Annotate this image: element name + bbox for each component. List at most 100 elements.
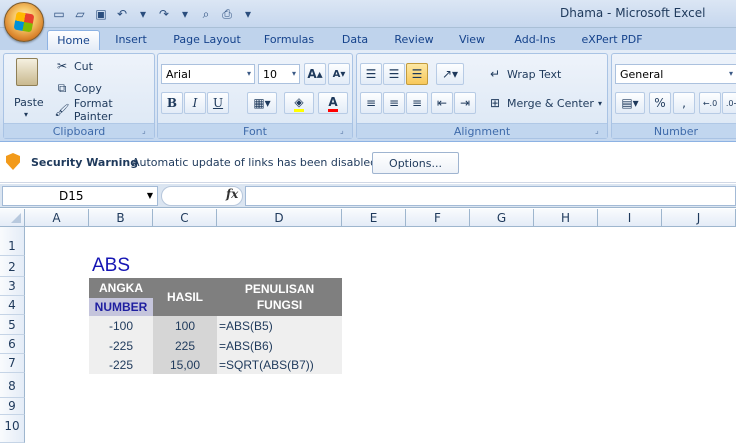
- bold-button[interactable]: B: [161, 92, 183, 114]
- cell-d6[interactable]: =ABS(B6): [217, 336, 342, 355]
- dialog-launcher-icon[interactable]: ⌟: [142, 126, 151, 135]
- borders-button[interactable]: ▦▾: [247, 92, 277, 114]
- new-file-icon[interactable]: ▭: [50, 5, 68, 23]
- cell-c5[interactable]: 100: [153, 316, 217, 336]
- header-angka[interactable]: ANGKA: [89, 278, 153, 298]
- cell-c6[interactable]: 225: [153, 336, 217, 355]
- align-center-button[interactable]: ≡: [383, 92, 405, 114]
- redo-dropdown-icon[interactable]: ▾: [176, 5, 194, 23]
- align-left-button[interactable]: ≡: [360, 92, 382, 114]
- column-header-j[interactable]: J: [662, 209, 736, 227]
- number-format-select[interactable]: General ▾: [615, 64, 736, 84]
- name-box-value: D15: [59, 189, 84, 203]
- column-header-a[interactable]: A: [25, 209, 89, 227]
- tab-page-layout[interactable]: Page Layout: [168, 30, 246, 50]
- sheet-title-cell[interactable]: ABS: [92, 255, 130, 277]
- header-number[interactable]: NUMBER: [89, 298, 153, 316]
- cell-d7[interactable]: =SQRT(ABS(B7)): [217, 355, 342, 374]
- formula-input[interactable]: [245, 186, 736, 206]
- cut-button[interactable]: ✂ Cut: [54, 56, 93, 76]
- align-middle-button[interactable]: ☰: [383, 63, 405, 85]
- row-header-1[interactable]: 1: [0, 227, 25, 256]
- row-header-6[interactable]: 6: [0, 335, 25, 354]
- cell-b5[interactable]: -100: [89, 316, 153, 336]
- chevron-down-icon: ▼: [146, 191, 153, 200]
- row-header-9[interactable]: 9: [0, 398, 25, 415]
- copy-button[interactable]: ⧉ Copy: [54, 78, 102, 98]
- tab-add-ins[interactable]: Add-Ins: [506, 30, 564, 50]
- row-header-5[interactable]: 5: [0, 315, 25, 335]
- grow-font-button[interactable]: A▴: [304, 63, 326, 85]
- italic-button[interactable]: I: [184, 92, 206, 114]
- select-all-button[interactable]: [0, 209, 25, 227]
- number-format-value: General: [620, 67, 664, 81]
- increase-indent-button[interactable]: ⇥: [454, 92, 476, 114]
- name-box[interactable]: D15 ▼: [2, 186, 158, 206]
- column-header-d[interactable]: D: [217, 209, 342, 227]
- shrink-font-button[interactable]: A▾: [328, 63, 350, 85]
- font-size-select[interactable]: 10 ▾: [258, 64, 300, 84]
- accounting-format-button[interactable]: ▤▾: [615, 92, 645, 114]
- align-bottom-button[interactable]: ☰: [406, 63, 428, 85]
- row-header-10[interactable]: 10: [0, 415, 25, 443]
- column-header-h[interactable]: H: [534, 209, 598, 227]
- wrap-text-button[interactable]: ↵ Wrap Text: [487, 64, 561, 84]
- paste-button[interactable]: Paste ▾: [8, 56, 48, 122]
- row-header-2[interactable]: 2: [0, 256, 25, 277]
- tab-review[interactable]: Review: [388, 30, 440, 50]
- merge-center-button[interactable]: ⊞ Merge & Center ▾: [487, 93, 602, 113]
- orientation-button[interactable]: ↗▾: [436, 63, 464, 85]
- header-penulisan-fungsi[interactable]: PENULISAN FUNGSI: [217, 278, 342, 316]
- save-icon[interactable]: ▣: [92, 5, 110, 23]
- underline-button[interactable]: U: [207, 92, 229, 114]
- row-header-8[interactable]: 8: [0, 373, 25, 398]
- dialog-launcher-icon[interactable]: ⌟: [340, 126, 349, 135]
- undo-dropdown-icon[interactable]: ▾: [134, 5, 152, 23]
- column-header-e[interactable]: E: [342, 209, 406, 227]
- cell-b6[interactable]: -225: [89, 336, 153, 355]
- font-name-select[interactable]: Arial ▾: [161, 64, 255, 84]
- column-header-g[interactable]: G: [470, 209, 534, 227]
- column-header-c[interactable]: C: [153, 209, 217, 227]
- align-top-button[interactable]: ☰: [360, 63, 382, 85]
- tab-insert[interactable]: Insert: [108, 30, 154, 50]
- undo-icon[interactable]: ↶: [113, 5, 131, 23]
- cell-d5[interactable]: =ABS(B5): [217, 316, 342, 336]
- decrease-decimal-button[interactable]: .0→: [722, 92, 736, 114]
- dialog-launcher-icon[interactable]: ⌟: [595, 126, 604, 135]
- decrease-indent-button[interactable]: ⇤: [431, 92, 453, 114]
- comma-style-button[interactable]: ,: [673, 92, 695, 114]
- tab-home[interactable]: Home: [47, 30, 100, 50]
- column-header-b[interactable]: B: [89, 209, 153, 227]
- options-button[interactable]: Options...: [372, 152, 459, 174]
- comma-icon: ,: [682, 96, 686, 110]
- row-header-7[interactable]: 7: [0, 354, 25, 373]
- row-header-3[interactable]: 3: [0, 277, 25, 296]
- worksheet-grid[interactable]: A B C D E F G H I J 1 2 3 4 5 6 7 8 9 10…: [0, 209, 736, 443]
- fill-color-button[interactable]: ◈: [284, 92, 314, 114]
- redo-icon[interactable]: ↷: [155, 5, 173, 23]
- column-header-i[interactable]: I: [598, 209, 662, 227]
- print-icon[interactable]: ⎙: [218, 5, 236, 23]
- print-preview-icon[interactable]: ⌕: [197, 5, 215, 23]
- tab-expert-pdf[interactable]: eXPert PDF: [576, 30, 648, 50]
- format-painter-button[interactable]: 🖌 Format Painter: [54, 97, 154, 123]
- open-folder-icon[interactable]: ▱: [71, 5, 89, 23]
- percent-style-button[interactable]: %: [649, 92, 671, 114]
- tab-data[interactable]: Data: [334, 30, 376, 50]
- tab-formulas[interactable]: Formulas: [258, 30, 320, 50]
- header-hasil[interactable]: HASIL: [153, 278, 217, 316]
- office-button[interactable]: [4, 2, 44, 42]
- row-header-4[interactable]: 4: [0, 296, 25, 315]
- tab-view[interactable]: View: [452, 30, 492, 50]
- font-color-button[interactable]: A: [318, 92, 348, 114]
- increase-decimal-button[interactable]: ←.0: [699, 92, 721, 114]
- insert-function-icon[interactable]: fx: [226, 187, 238, 201]
- cell-b7[interactable]: -225: [89, 355, 153, 374]
- column-header-f[interactable]: F: [406, 209, 470, 227]
- align-right-button[interactable]: ≡: [406, 92, 428, 114]
- cell-c7[interactable]: 15,00: [153, 355, 217, 374]
- customize-qat-icon[interactable]: ▾: [239, 5, 257, 23]
- align-right-icon: ≡: [411, 96, 423, 110]
- copy-icon: ⧉: [57, 80, 67, 95]
